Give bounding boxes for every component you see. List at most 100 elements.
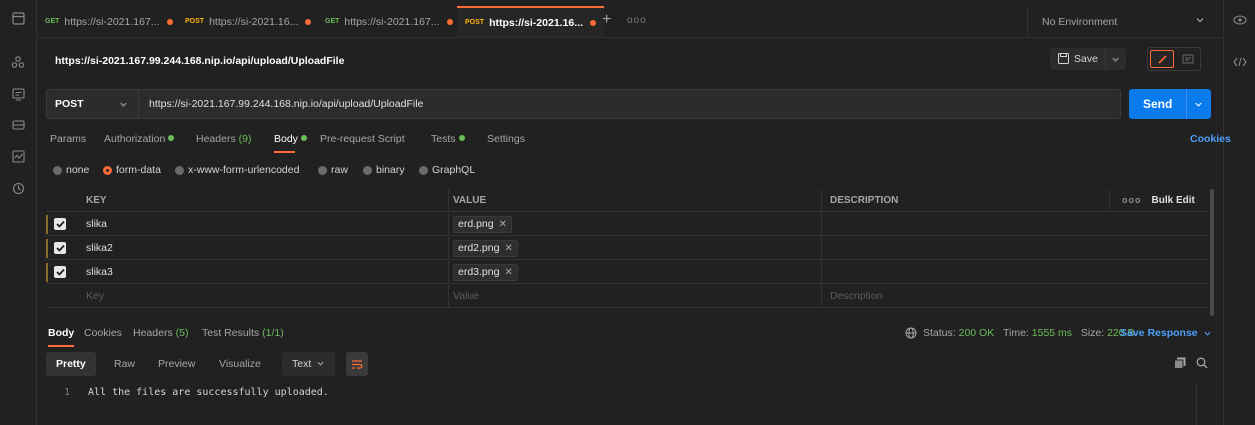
save-button[interactable]: Save (1050, 48, 1106, 70)
row-checkbox[interactable] (54, 242, 66, 254)
body-type-graphql[interactable]: GraphQL (419, 164, 475, 176)
body-type-urlencoded[interactable]: x-www-form-urlencoded (175, 164, 299, 176)
format-visualize[interactable]: Visualize (209, 352, 271, 376)
row-key[interactable]: slika3 (76, 261, 448, 284)
tab-authorization[interactable]: Authorization (104, 133, 175, 145)
remove-file-icon[interactable]: ✕ (499, 216, 507, 233)
request-tab[interactable]: POST https://si-2021.16... (177, 6, 319, 37)
drag-handle[interactable] (46, 263, 48, 282)
request-url-bar: POST https://si-2021.167.99.244.168.nip.… (46, 89, 1121, 119)
tab-method: POST (465, 19, 485, 26)
body-type-raw[interactable]: raw (318, 164, 348, 176)
test-results-label: Test Results (202, 327, 260, 339)
environment-label: No Environment (1042, 15, 1118, 28)
response-tab-headers[interactable]: Headers (5) (133, 327, 188, 339)
row-key[interactable]: slika2 (76, 237, 448, 260)
response-tab-test-results[interactable]: Test Results (1/1) (202, 327, 284, 339)
request-title[interactable]: https://si-2021.167.99.244.168.nip.io/ap… (55, 55, 344, 67)
environment-selector[interactable]: No Environment (1027, 6, 1217, 37)
body-type-binary[interactable]: binary (363, 164, 405, 176)
row-key[interactable]: slika (76, 213, 448, 236)
tab-body[interactable]: Body (274, 133, 307, 153)
response-text: All the files are successfully uploaded. (88, 387, 329, 398)
response-headers-count: (5) (175, 327, 189, 339)
request-tab[interactable]: GET https://si-2021.167... (37, 6, 181, 37)
tab-label: https://si-2021.167... (64, 15, 160, 28)
new-value-input[interactable]: Value (448, 285, 821, 308)
table-scrollbar[interactable] (1210, 189, 1214, 316)
tab-label: https://si-2021.167... (344, 15, 440, 28)
row-value-cell[interactable]: erd.png ✕ (448, 213, 821, 236)
bulk-edit-button[interactable]: Bulk Edit (1152, 195, 1195, 206)
tab-tests[interactable]: Tests (431, 133, 465, 145)
tab-overflow-button[interactable]: ooo (627, 15, 647, 26)
row-value-cell[interactable]: erd3.png ✕ (448, 261, 821, 284)
row-checkbox[interactable] (54, 266, 66, 278)
format-preview[interactable]: Preview (148, 352, 205, 376)
tab-label: https://si-2021.16... (489, 16, 584, 29)
globe-icon[interactable] (905, 327, 917, 339)
code-icon[interactable] (1230, 52, 1250, 72)
response-body-viewer[interactable]: 1 All the files are successfully uploade… (46, 387, 1196, 417)
tab-settings[interactable]: Settings (487, 133, 525, 145)
language-selector[interactable]: Text (282, 352, 336, 376)
remove-file-icon[interactable]: ✕ (504, 264, 512, 281)
edit-button[interactable] (1150, 50, 1174, 68)
more-options-button[interactable]: ooo (1122, 195, 1142, 205)
request-tab[interactable]: GET https://si-2021.167... (317, 6, 461, 37)
row-description[interactable] (821, 261, 1109, 284)
copy-icon[interactable] (1174, 357, 1186, 369)
remove-file-icon[interactable]: ✕ (504, 240, 512, 257)
new-description-input[interactable]: Description (821, 285, 1109, 308)
format-pretty[interactable]: Pretty (46, 352, 96, 376)
save-label: Save (1074, 53, 1098, 65)
save-response-button[interactable]: Save Response (1120, 327, 1212, 339)
row-description[interactable] (821, 237, 1109, 260)
chevron-down-icon (317, 361, 324, 366)
monitor-icon[interactable] (8, 146, 28, 166)
drag-handle[interactable] (46, 239, 48, 258)
method-selector[interactable]: POST (47, 90, 139, 118)
chevron-down-icon[interactable] (1111, 55, 1120, 64)
comment-button[interactable] (1178, 50, 1198, 68)
cookies-link[interactable]: Cookies (1190, 133, 1231, 145)
body-type-label: form-data (116, 164, 161, 176)
row-checkbox[interactable] (54, 218, 66, 230)
tab-tests-label: Tests (431, 133, 456, 145)
eye-icon[interactable] (1230, 10, 1250, 30)
body-type-form-data[interactable]: form-data (103, 164, 161, 176)
response-tab-body[interactable]: Body (48, 327, 75, 347)
edit-comment-toggle (1147, 47, 1201, 71)
new-tab-icon[interactable] (8, 8, 28, 28)
team-icon[interactable] (8, 52, 28, 72)
history-icon[interactable] (8, 178, 28, 198)
tab-headers[interactable]: Headers (9) (196, 133, 251, 145)
api-icon[interactable] (8, 84, 28, 104)
chevron-down-icon[interactable] (1194, 100, 1203, 109)
environment-icon[interactable] (8, 114, 28, 134)
body-type-none[interactable]: none (53, 164, 89, 176)
new-key-input[interactable]: Key (76, 285, 448, 308)
unsaved-dot-icon (590, 19, 597, 26)
response-scrollbar[interactable] (1196, 383, 1197, 425)
format-raw[interactable]: Raw (104, 352, 145, 376)
radio-icon (363, 165, 372, 175)
radio-icon (175, 165, 184, 175)
response-tab-cookies[interactable]: Cookies (84, 327, 122, 339)
tab-pre-request-script[interactable]: Pre-request Script (320, 133, 405, 145)
file-chip: erd3.png ✕ (453, 264, 518, 281)
request-tab-active[interactable]: POST https://si-2021.16... (457, 6, 605, 37)
tab-params[interactable]: Params (50, 133, 86, 145)
wrap-lines-button[interactable] (346, 352, 368, 376)
new-tab-button[interactable]: + (602, 12, 611, 28)
row-description[interactable] (821, 213, 1109, 236)
url-input[interactable]: https://si-2021.167.99.244.168.nip.io/ap… (149, 90, 423, 118)
language-label: Text (292, 358, 312, 370)
response-status: Status: 200 OK Time: 1555 ms Size: 220 B (905, 327, 1135, 339)
method-label: POST (55, 98, 84, 110)
send-button[interactable]: Send (1129, 89, 1211, 119)
row-value-cell[interactable]: erd2.png ✕ (448, 237, 821, 260)
drag-handle[interactable] (46, 215, 48, 234)
search-icon[interactable] (1196, 357, 1208, 369)
unsaved-dot-icon (446, 18, 453, 25)
